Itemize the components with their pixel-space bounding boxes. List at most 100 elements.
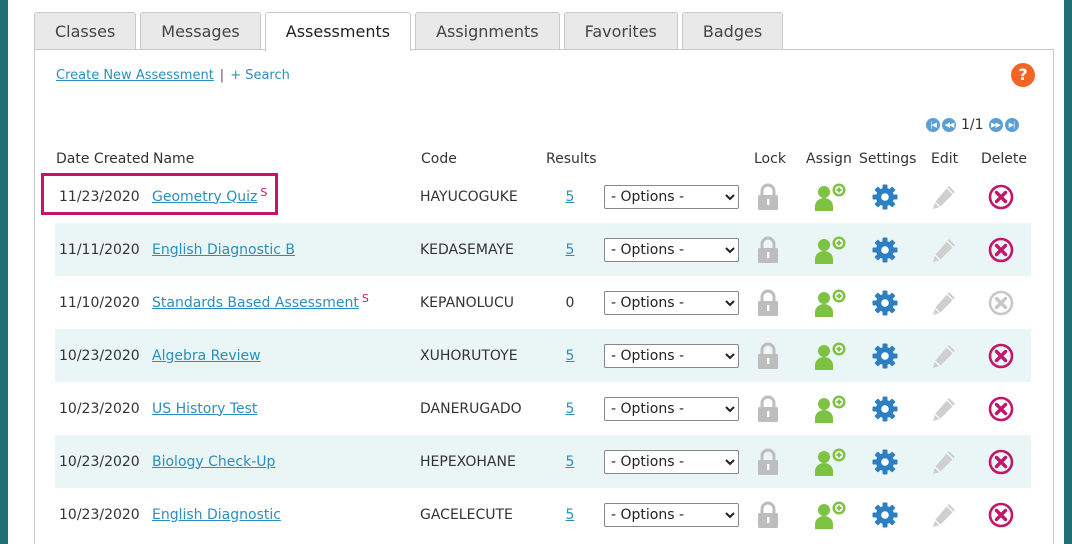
next-page-icon[interactable]: ▶▶ [988,118,1003,132]
assessment-name-link[interactable]: Geometry Quiz [152,189,257,205]
row-name-cell: English Diagnostic [152,488,281,541]
settings-gear-icon[interactable] [872,276,898,329]
header-code[interactable]: Code [421,151,457,167]
delete-icon[interactable] [988,276,1014,329]
options-dropdown[interactable]: - Options - [604,184,739,209]
row-options-cell: - Options - [604,488,739,541]
tab-badges[interactable]: Badges [681,12,784,50]
results-link[interactable]: 5 [566,348,575,364]
edit-pencil-icon[interactable] [931,276,957,329]
options-dropdown[interactable]: - Options - [604,449,739,474]
settings-gear-icon[interactable] [872,329,898,382]
search-link[interactable]: + Search [230,68,290,83]
row-name-cell: Standards Based Assessment S [152,276,369,329]
row-options-cell: - Options - [604,276,739,329]
assessment-name-link[interactable]: Biology Check-Up [152,454,275,470]
results-link[interactable]: 5 [566,189,575,205]
assign-user-icon[interactable] [815,488,847,541]
lock-icon[interactable] [757,329,779,382]
tab-assignments[interactable]: Assignments [415,12,560,50]
last-page-icon[interactable]: ▶| [1004,118,1019,132]
row-options-cell: - Options - [604,382,739,435]
tab-favorites[interactable]: Favorites [563,12,678,50]
row-results: 0 [565,276,575,329]
header-date[interactable]: Date Created [56,151,149,167]
assessment-name-link[interactable]: English Diagnostic B [152,242,295,258]
edit-pencil-icon[interactable] [931,223,957,276]
assign-user-icon[interactable] [815,435,847,488]
row-code: GACELECUTE [420,506,513,523]
options-dropdown[interactable]: - Options - [604,502,739,527]
header-name[interactable]: Name [153,151,194,167]
table-row: 11/10/2020 Standards Based Assessment S K… [55,276,1031,329]
header-delete: Delete [981,151,1027,167]
assessment-name-link[interactable]: Standards Based Assessment [152,295,359,311]
row-code: HAYUCOGUKE [420,188,518,205]
lock-icon[interactable] [757,170,779,223]
settings-gear-icon[interactable] [872,170,898,223]
first-page-icon[interactable]: |◀ [926,118,940,132]
help-icon[interactable]: ? [1011,63,1035,87]
create-assessment-link[interactable]: Create New Assessment [56,68,214,83]
link-separator: | [219,68,225,83]
settings-gear-icon[interactable] [872,435,898,488]
edit-pencil-icon[interactable] [931,329,957,382]
page-frame: Classes Messages Assessments Assignments… [8,0,1064,544]
assign-user-icon[interactable] [815,170,847,223]
settings-gear-icon[interactable] [872,488,898,541]
settings-gear-icon[interactable] [872,223,898,276]
assessment-name-link[interactable]: Algebra Review [152,348,261,364]
lock-icon[interactable] [757,488,779,541]
row-code: KEDASEMAYE [420,241,514,258]
options-dropdown[interactable]: - Options - [604,237,739,262]
row-options-cell: - Options - [604,329,739,382]
table-row: 10/23/2020 English Diagnostic GACELECUTE… [55,488,1031,541]
lock-icon[interactable] [757,223,779,276]
row-code: DANERUGADO [420,400,522,417]
settings-gear-icon[interactable] [872,382,898,435]
row-results: 5 [565,382,575,435]
table-row: 11/23/2020 Geometry Quiz S HAYUCOGUKE 5 -… [55,170,1031,223]
results-link[interactable]: 5 [566,507,575,523]
delete-icon[interactable] [988,223,1014,276]
header-edit: Edit [931,151,959,167]
delete-icon[interactable] [988,488,1014,541]
standards-flag: S [260,186,268,199]
results-link[interactable]: 5 [566,454,575,470]
assessment-name-link[interactable]: US History Test [152,401,257,417]
options-dropdown[interactable]: - Options - [604,343,739,368]
tab-messages[interactable]: Messages [140,12,261,50]
assign-user-icon[interactable] [815,329,847,382]
assessment-name-link[interactable]: English Diagnostic [152,507,281,523]
table-row: 10/23/2020 Biology Check-Up HEPEXOHANE 5… [55,435,1031,488]
edit-pencil-icon[interactable] [931,435,957,488]
options-dropdown[interactable]: - Options - [604,290,739,315]
delete-icon[interactable] [988,435,1014,488]
lock-icon[interactable] [757,435,779,488]
tab-classes[interactable]: Classes [34,12,137,50]
page-indicator: 1/1 [961,117,984,133]
edit-pencil-icon[interactable] [931,170,957,223]
header-results[interactable]: Results [546,151,597,167]
delete-icon[interactable] [988,329,1014,382]
assign-user-icon[interactable] [815,382,847,435]
options-dropdown[interactable]: - Options - [604,396,739,421]
row-name-cell: Algebra Review [152,329,261,382]
row-date: 10/23/2020 [59,347,140,364]
edit-pencil-icon[interactable] [931,488,957,541]
pagination: |◀ ◀◀ 1/1 ▶▶ ▶| [925,117,1020,133]
results-link[interactable]: 5 [566,242,575,258]
lock-icon[interactable] [757,382,779,435]
row-results: 5 [565,223,575,276]
results-link[interactable]: 5 [566,401,575,417]
prev-page-icon[interactable]: ◀◀ [942,118,956,132]
row-date: 11/23/2020 [59,188,140,205]
delete-icon[interactable] [988,170,1014,223]
assign-user-icon[interactable] [815,223,847,276]
tab-assessments[interactable]: Assessments [264,12,412,51]
assign-user-icon[interactable] [815,276,847,329]
row-name-cell: English Diagnostic B [152,223,295,276]
lock-icon[interactable] [757,276,779,329]
edit-pencil-icon[interactable] [931,382,957,435]
delete-icon[interactable] [988,382,1014,435]
